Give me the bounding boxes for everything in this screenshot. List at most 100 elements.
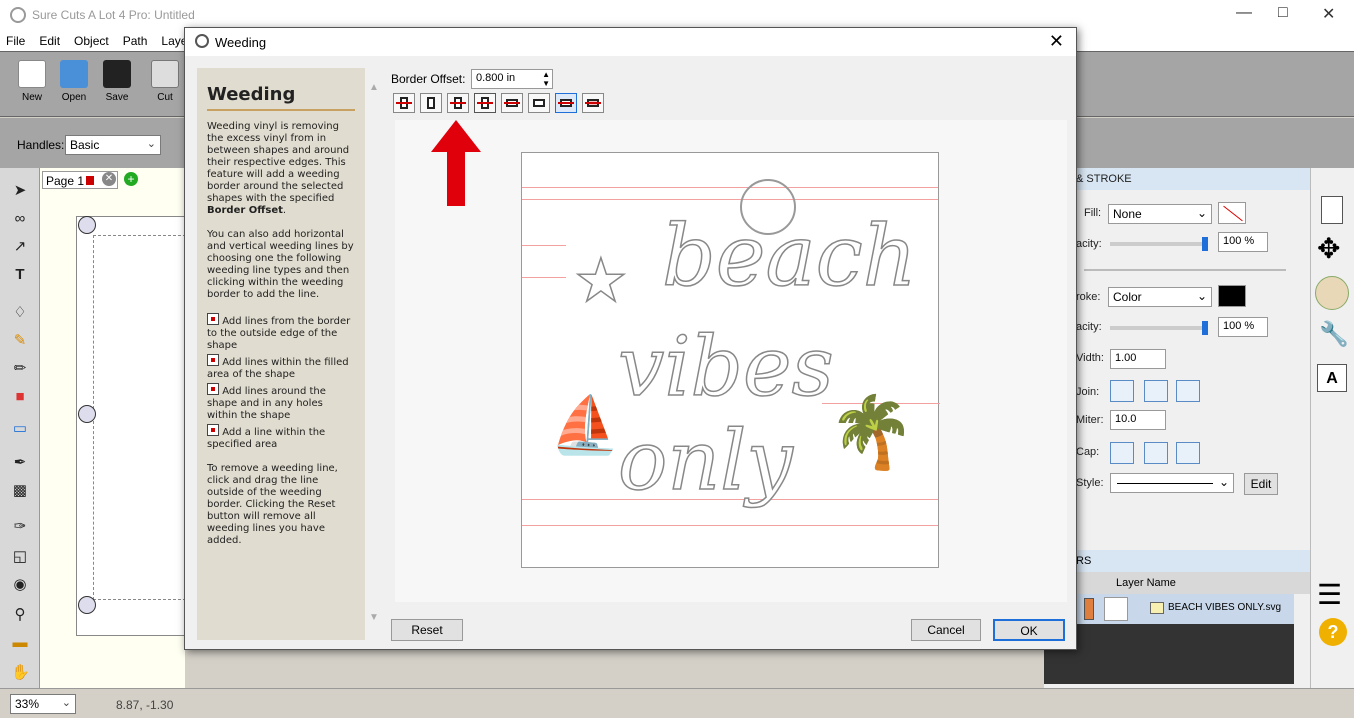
design-text-vibes: vibes: [617, 320, 834, 415]
pencil-icon[interactable]: ✎: [11, 332, 29, 350]
cap-square-button[interactable]: [1176, 442, 1200, 464]
new-file-icon: [18, 60, 46, 88]
help-icon[interactable]: ?: [1319, 618, 1347, 646]
line-style-select[interactable]: ⌄: [1110, 473, 1234, 493]
fill-opacity-input[interactable]: 100 %: [1218, 232, 1268, 252]
cut-button[interactable]: Cut: [143, 60, 187, 103]
layers-icon[interactable]: ☰: [1317, 578, 1342, 611]
stroke-select[interactable]: Color ⌄: [1108, 287, 1212, 307]
hand-icon[interactable]: ✋: [11, 664, 30, 682]
rectangle-icon[interactable]: ▭: [11, 420, 29, 438]
maximize-button[interactable]: □: [1278, 4, 1288, 22]
menu-file[interactable]: File: [6, 34, 25, 48]
mirror-icon[interactable]: ◉: [11, 576, 29, 594]
weed-around-vertical-button[interactable]: [447, 93, 469, 113]
dialog-titlebar: Weeding ✕: [185, 28, 1076, 56]
select-arrow-icon[interactable]: ➤: [11, 182, 29, 200]
help-scroll-up-icon[interactable]: ▲: [369, 82, 379, 93]
cap-butt-button[interactable]: [1110, 442, 1134, 464]
join-round-button[interactable]: [1144, 380, 1168, 402]
stroke-opacity-input[interactable]: 100 %: [1218, 317, 1268, 337]
menu-object[interactable]: Object: [74, 34, 109, 48]
transform-icon[interactable]: ◱: [11, 548, 29, 566]
weed-area-vertical-button[interactable]: [474, 93, 496, 113]
weed-outside-horizontal-button[interactable]: [501, 93, 523, 113]
knife-icon[interactable]: ✑: [11, 518, 29, 536]
cancel-button[interactable]: Cancel: [911, 619, 981, 641]
border-offset-label: Border Offset:: [391, 72, 466, 86]
help-heading: Weeding: [207, 85, 355, 111]
weed-line[interactable]: [522, 525, 938, 526]
join-miter-button[interactable]: [1110, 380, 1134, 402]
rotate-handle-icon[interactable]: [78, 596, 96, 614]
canvas-area[interactable]: Page 1 ✕ +: [40, 168, 186, 688]
resize-handle-icon[interactable]: [78, 405, 96, 423]
stroke-color-swatch[interactable]: [1218, 285, 1246, 307]
stroke-opacity-slider[interactable]: [1110, 321, 1208, 335]
weed-area-horizontal-button[interactable]: [582, 93, 604, 113]
weed-line[interactable]: [522, 277, 566, 278]
menu-edit[interactable]: Edit: [39, 34, 60, 48]
join-bevel-button[interactable]: [1176, 380, 1200, 402]
weed-within-vertical-button[interactable]: [420, 93, 442, 113]
slider-thumb[interactable]: [1202, 237, 1208, 251]
weed-around-horizontal-button[interactable]: [555, 93, 577, 113]
add-page-icon[interactable]: +: [124, 172, 138, 186]
eyedropper-icon[interactable]: ✒: [11, 454, 29, 472]
layer-name[interactable]: BEACH VIBES ONLY.svg: [1168, 602, 1281, 613]
close-page-icon[interactable]: ✕: [102, 172, 116, 186]
wrench-icon[interactable]: 🔧: [1319, 320, 1349, 349]
weed-outside-left-button[interactable]: [393, 93, 415, 113]
layer-color-swatch[interactable]: [1084, 598, 1094, 620]
width-input[interactable]: 1.00: [1110, 349, 1166, 369]
close-button[interactable]: ✕: [1322, 4, 1335, 24]
reset-button[interactable]: Reset: [391, 619, 463, 641]
weeding-preview[interactable]: ★ beach vibes only ⛵ 🌴: [395, 120, 1067, 602]
minimize-button[interactable]: —: [1236, 4, 1252, 22]
eraser-icon[interactable]: ■: [11, 388, 29, 406]
move-arrows-icon[interactable]: ✥: [1317, 232, 1340, 265]
node-select-icon[interactable]: ↗: [11, 238, 29, 256]
zoom-icon[interactable]: ⚲: [11, 606, 29, 624]
style-label: Style:: [1076, 477, 1104, 489]
sailboat-icon: ⛵: [549, 393, 620, 456]
weed-line[interactable]: [522, 245, 566, 246]
border-offset-input[interactable]: 0.800 in ▲ ▼: [471, 69, 553, 89]
stroke-opacity-label: acity:: [1076, 321, 1102, 333]
help-scroll-down-icon[interactable]: ▼: [369, 612, 379, 623]
palette-icon[interactable]: [1315, 276, 1349, 310]
fill-opacity-slider[interactable]: [1110, 237, 1208, 251]
move-handle-icon[interactable]: [78, 216, 96, 234]
open-button[interactable]: Open: [52, 60, 96, 103]
slider-thumb[interactable]: [1202, 321, 1208, 335]
miter-input[interactable]: 10.0: [1110, 410, 1166, 430]
brush-icon[interactable]: ✏: [11, 360, 29, 378]
weed-line-mark: [396, 102, 412, 104]
new-button[interactable]: New: [10, 60, 54, 103]
document-icon[interactable]: [1321, 196, 1343, 224]
text-tool-icon[interactable]: T: [11, 266, 29, 284]
menu-path[interactable]: Path: [123, 34, 148, 48]
ruler-icon[interactable]: ▬: [11, 634, 29, 652]
fill-swatch-none[interactable]: [1218, 202, 1246, 224]
spin-arrows-icon[interactable]: ▲ ▼: [542, 70, 550, 88]
edit-style-button[interactable]: Edit: [1244, 473, 1278, 495]
cap-round-button[interactable]: [1144, 442, 1168, 464]
weed-line[interactable]: [522, 199, 938, 200]
fill-select[interactable]: None ⌄: [1108, 204, 1212, 224]
ok-button[interactable]: OK: [993, 619, 1065, 641]
zoom-select[interactable]: 33% ⌄: [10, 694, 76, 714]
text-format-icon[interactable]: A: [1317, 364, 1347, 392]
handles-select[interactable]: Basic ⌄: [65, 135, 161, 155]
pen-icon[interactable]: ♢: [11, 304, 29, 322]
gradient-icon[interactable]: ▩: [11, 482, 29, 500]
weed-line[interactable]: [522, 187, 938, 188]
dialog-close-button[interactable]: ✕: [1049, 31, 1064, 52]
lasso-icon[interactable]: ∞: [11, 210, 29, 228]
weed-within-horizontal-button[interactable]: [528, 93, 550, 113]
solid-line-preview: [1117, 483, 1213, 484]
weeding-border[interactable]: ★ beach vibes only ⛵ 🌴: [521, 152, 940, 568]
layer-row[interactable]: BEACH VIBES ONLY.svg: [1044, 594, 1294, 624]
design-text-only: only: [617, 414, 793, 509]
save-button[interactable]: Save: [95, 60, 139, 103]
